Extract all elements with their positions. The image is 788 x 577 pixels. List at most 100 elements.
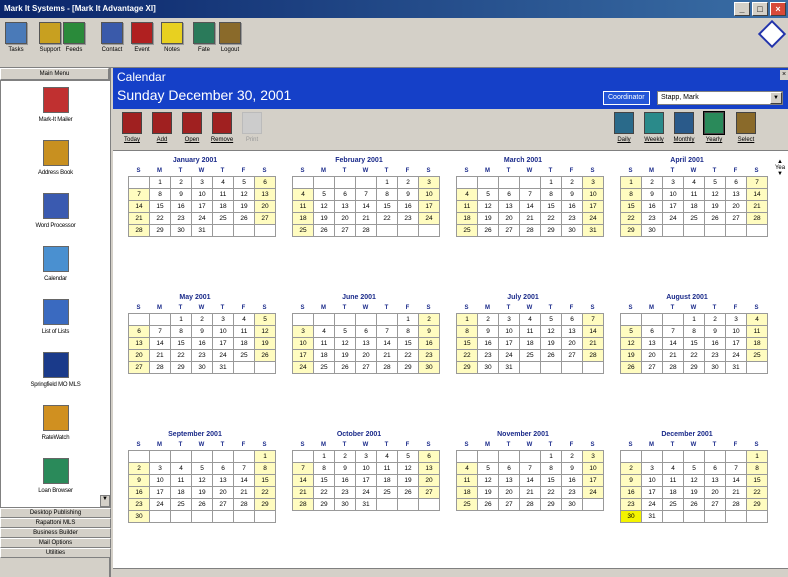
day-cell[interactable]: 31 bbox=[583, 225, 604, 237]
day-cell[interactable]: 2 bbox=[419, 314, 440, 326]
day-cell[interactable]: 11 bbox=[213, 189, 234, 201]
day-cell[interactable]: 14 bbox=[583, 326, 604, 338]
day-cell[interactable]: 22 bbox=[541, 487, 562, 499]
day-cell[interactable]: 16 bbox=[621, 487, 642, 499]
day-cell[interactable]: 24 bbox=[726, 350, 747, 362]
day-cell[interactable]: 21 bbox=[150, 350, 171, 362]
day-cell[interactable]: 16 bbox=[478, 338, 499, 350]
day-cell[interactable]: 26 bbox=[234, 213, 255, 225]
day-cell[interactable]: 28 bbox=[293, 499, 314, 511]
day-cell[interactable]: 14 bbox=[520, 201, 541, 213]
sidebar-item-address-book[interactable]: Address Book bbox=[1, 140, 110, 187]
day-cell[interactable]: 5 bbox=[335, 326, 356, 338]
day-cell[interactable]: 1 bbox=[747, 451, 768, 463]
day-cell[interactable]: 8 bbox=[171, 326, 192, 338]
day-cell[interactable]: 27 bbox=[255, 213, 276, 225]
day-cell[interactable]: 13 bbox=[356, 338, 377, 350]
day-cell[interactable]: 29 bbox=[171, 362, 192, 374]
sidebar-item-list-of-lists[interactable]: List of Lists bbox=[1, 299, 110, 346]
day-cell[interactable]: 23 bbox=[562, 487, 583, 499]
day-cell[interactable]: 23 bbox=[705, 350, 726, 362]
day-cell[interactable]: 17 bbox=[642, 487, 663, 499]
day-cell[interactable]: 22 bbox=[150, 213, 171, 225]
day-cell[interactable]: 20 bbox=[356, 350, 377, 362]
day-cell[interactable]: 21 bbox=[747, 201, 768, 213]
day-cell[interactable]: 13 bbox=[129, 338, 150, 350]
day-cell[interactable]: 5 bbox=[541, 314, 562, 326]
day-cell[interactable]: 29 bbox=[541, 225, 562, 237]
day-cell[interactable]: 27 bbox=[129, 362, 150, 374]
day-cell[interactable]: 4 bbox=[663, 463, 684, 475]
day-cell[interactable]: 5 bbox=[314, 189, 335, 201]
day-cell[interactable]: 27 bbox=[705, 499, 726, 511]
day-cell[interactable]: 13 bbox=[213, 475, 234, 487]
day-cell[interactable]: 10 bbox=[663, 189, 684, 201]
day-cell[interactable]: 22 bbox=[747, 487, 768, 499]
day-cell[interactable]: 14 bbox=[377, 338, 398, 350]
day-cell[interactable]: 4 bbox=[457, 189, 478, 201]
day-cell[interactable]: 11 bbox=[747, 326, 768, 338]
day-cell[interactable]: 3 bbox=[419, 177, 440, 189]
day-cell[interactable]: 25 bbox=[213, 213, 234, 225]
day-cell[interactable]: 18 bbox=[377, 475, 398, 487]
day-cell[interactable]: 15 bbox=[171, 338, 192, 350]
day-cell[interactable]: 29 bbox=[541, 499, 562, 511]
day-cell[interactable]: 20 bbox=[562, 338, 583, 350]
day-cell[interactable]: 15 bbox=[377, 201, 398, 213]
day-cell[interactable]: 24 bbox=[583, 213, 604, 225]
day-cell[interactable]: 4 bbox=[234, 314, 255, 326]
day-cell[interactable]: 5 bbox=[234, 177, 255, 189]
day-cell[interactable]: 27 bbox=[499, 225, 520, 237]
day-cell[interactable]: 5 bbox=[478, 189, 499, 201]
day-cell[interactable]: 17 bbox=[213, 338, 234, 350]
day-cell[interactable]: 29 bbox=[684, 362, 705, 374]
day-cell[interactable]: 18 bbox=[520, 338, 541, 350]
day-cell[interactable]: 5 bbox=[621, 326, 642, 338]
day-cell[interactable]: 24 bbox=[419, 213, 440, 225]
day-cell[interactable]: 4 bbox=[171, 463, 192, 475]
day-cell[interactable]: 16 bbox=[562, 475, 583, 487]
day-cell[interactable]: 7 bbox=[234, 463, 255, 475]
day-cell[interactable]: 21 bbox=[520, 213, 541, 225]
day-cell[interactable]: 5 bbox=[705, 177, 726, 189]
day-cell[interactable]: 14 bbox=[726, 475, 747, 487]
day-cell[interactable]: 4 bbox=[520, 314, 541, 326]
day-cell[interactable]: 11 bbox=[663, 475, 684, 487]
day-cell[interactable]: 18 bbox=[314, 350, 335, 362]
day-cell[interactable]: 30 bbox=[621, 511, 642, 523]
day-cell[interactable]: 17 bbox=[583, 475, 604, 487]
day-cell[interactable]: 9 bbox=[192, 326, 213, 338]
day-cell[interactable]: 26 bbox=[255, 350, 276, 362]
day-cell[interactable]: 13 bbox=[499, 475, 520, 487]
day-cell[interactable]: 10 bbox=[150, 475, 171, 487]
day-cell[interactable]: 7 bbox=[520, 463, 541, 475]
day-cell[interactable]: 4 bbox=[314, 326, 335, 338]
day-cell[interactable]: 19 bbox=[684, 487, 705, 499]
day-cell[interactable]: 6 bbox=[499, 189, 520, 201]
day-cell[interactable]: 8 bbox=[541, 463, 562, 475]
day-cell[interactable]: 24 bbox=[293, 362, 314, 374]
day-cell[interactable]: 16 bbox=[129, 487, 150, 499]
day-cell[interactable]: 28 bbox=[356, 225, 377, 237]
day-cell[interactable]: 15 bbox=[457, 338, 478, 350]
day-cell[interactable]: 21 bbox=[663, 350, 684, 362]
day-cell[interactable]: 30 bbox=[335, 499, 356, 511]
day-cell[interactable]: 26 bbox=[398, 487, 419, 499]
day-cell[interactable]: 6 bbox=[705, 463, 726, 475]
day-cell[interactable]: 3 bbox=[583, 451, 604, 463]
toolbar-fate-button[interactable]: Fate bbox=[192, 22, 216, 64]
day-cell[interactable]: 1 bbox=[171, 314, 192, 326]
day-cell[interactable]: 21 bbox=[583, 338, 604, 350]
day-cell[interactable]: 2 bbox=[129, 463, 150, 475]
day-cell[interactable]: 13 bbox=[419, 463, 440, 475]
close-button[interactable]: × bbox=[770, 2, 786, 16]
sidebar-item-loan-browser[interactable]: Loan Browser bbox=[1, 458, 110, 505]
day-cell[interactable]: 27 bbox=[562, 350, 583, 362]
day-cell[interactable]: 17 bbox=[663, 201, 684, 213]
day-cell[interactable]: 26 bbox=[478, 499, 499, 511]
day-cell[interactable]: 25 bbox=[520, 350, 541, 362]
day-cell[interactable]: 19 bbox=[335, 350, 356, 362]
day-cell[interactable]: 25 bbox=[457, 225, 478, 237]
day-cell[interactable]: 13 bbox=[726, 189, 747, 201]
day-cell[interactable]: 21 bbox=[129, 213, 150, 225]
